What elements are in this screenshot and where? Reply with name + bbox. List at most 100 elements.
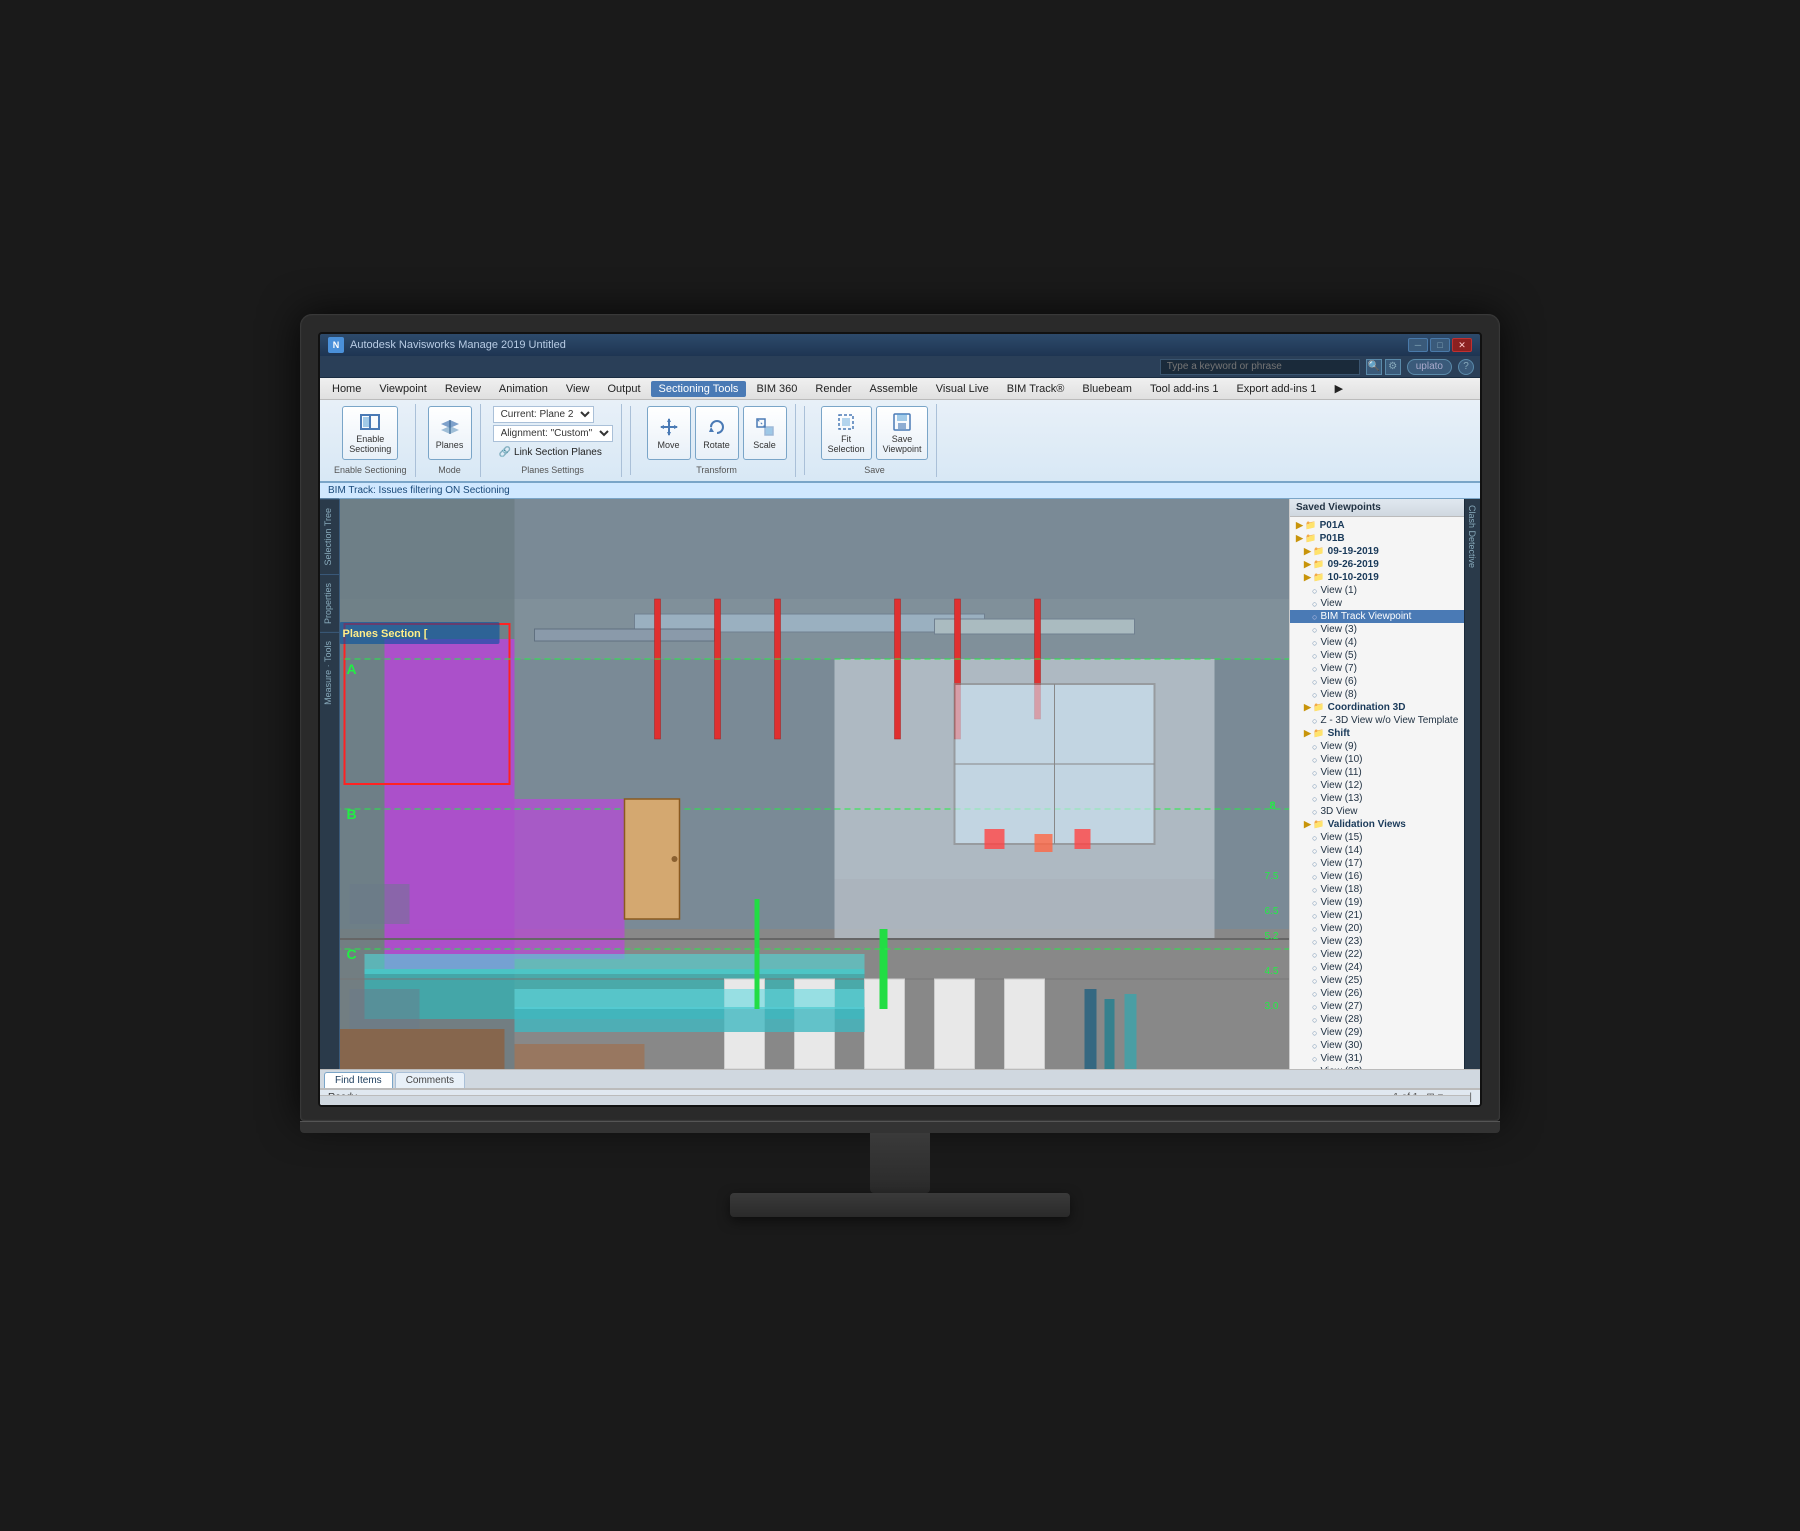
vp-item[interactable]: ▶ 📁Shift xyxy=(1290,727,1464,740)
search-area: 🔍 ⚙ uplato ? xyxy=(320,356,1480,378)
folder-icon: ▶ 📁 xyxy=(1296,520,1317,531)
vp-item[interactable]: ○View (21) xyxy=(1290,909,1464,922)
settings-icon[interactable]: ⚙ xyxy=(1385,359,1401,375)
help-icon[interactable]: ? xyxy=(1458,359,1474,375)
fit-selection-button[interactable]: FitSelection xyxy=(821,406,872,460)
vp-item-label: View (27) xyxy=(1320,1001,1362,1012)
menu-sectioning-tools[interactable]: Sectioning Tools xyxy=(651,381,747,397)
tab-comments[interactable]: Comments xyxy=(395,1072,465,1088)
viewpoints-list[interactable]: ▶ 📁P01A▶ 📁P01B▶ 📁09-19-2019▶ 📁09-26-2019… xyxy=(1290,517,1464,1069)
vp-item[interactable]: ○View (31) xyxy=(1290,1052,1464,1065)
vp-item[interactable]: ○View (12) xyxy=(1290,779,1464,792)
vp-item[interactable]: ○View xyxy=(1290,597,1464,610)
menu-visual-live[interactable]: Visual Live xyxy=(928,381,997,397)
view-icon: ○ xyxy=(1312,911,1317,921)
menu-output[interactable]: Output xyxy=(600,381,649,397)
vp-item[interactable]: ○View (5) xyxy=(1290,649,1464,662)
far-right-label[interactable]: Clash Detective xyxy=(1465,499,1480,574)
move-button[interactable]: Move xyxy=(647,406,691,460)
search-icon[interactable]: 🔍 xyxy=(1366,359,1382,375)
sidebar-tab-measure[interactable]: Measure · Tools xyxy=(320,632,339,713)
enable-sectioning-button[interactable]: EnableSectioning xyxy=(342,406,398,460)
menu-animation[interactable]: Animation xyxy=(491,381,556,397)
vp-item[interactable]: ○View (13) xyxy=(1290,792,1464,805)
close-button[interactable]: ✕ xyxy=(1452,338,1472,352)
search-input[interactable] xyxy=(1160,359,1360,375)
menu-render[interactable]: Render xyxy=(807,381,859,397)
vp-item[interactable]: ○View (25) xyxy=(1290,974,1464,987)
menu-export-addins[interactable]: Export add-ins 1 xyxy=(1228,381,1324,397)
menu-assemble[interactable]: Assemble xyxy=(861,381,925,397)
vp-item[interactable]: ○View (17) xyxy=(1290,857,1464,870)
vp-item[interactable]: ○View (19) xyxy=(1290,896,1464,909)
menu-bluebeam[interactable]: Bluebeam xyxy=(1074,381,1140,397)
rotate-button[interactable]: Rotate xyxy=(695,406,739,460)
vp-item[interactable]: ○View (26) xyxy=(1290,987,1464,1000)
vp-item[interactable]: ○BIM Track Viewpoint xyxy=(1290,610,1464,623)
vp-item[interactable]: ○View (28) xyxy=(1290,1013,1464,1026)
folder-icon: ▶ 📁 xyxy=(1304,546,1325,557)
vp-item[interactable]: ○View (18) xyxy=(1290,883,1464,896)
vp-item[interactable]: ○View (6) xyxy=(1290,675,1464,688)
vp-item[interactable]: ○View (24) xyxy=(1290,961,1464,974)
planes-icon xyxy=(438,415,462,439)
vp-item[interactable]: ○Z - 3D View w/o View Template xyxy=(1290,714,1464,727)
vp-item-label: View (15) xyxy=(1320,832,1362,843)
planes-button[interactable]: Planes xyxy=(428,406,472,460)
menu-tool-addins[interactable]: Tool add-ins 1 xyxy=(1142,381,1227,397)
vp-item[interactable]: ○View (22) xyxy=(1290,948,1464,961)
menu-bim-track[interactable]: BIM Track® xyxy=(999,381,1073,397)
vp-item[interactable]: ○View (10) xyxy=(1290,753,1464,766)
menu-viewpoint[interactable]: Viewpoint xyxy=(371,381,435,397)
alignment-select[interactable]: Alignment: "Custom" Alignment: "X" Align… xyxy=(493,425,613,442)
tab-find-items[interactable]: Find Items xyxy=(324,1072,393,1088)
vp-item[interactable]: ○View (14) xyxy=(1290,844,1464,857)
save-viewpoint-button[interactable]: SaveViewpoint xyxy=(876,406,929,460)
menu-media[interactable]: ▶ xyxy=(1327,380,1351,397)
vp-item[interactable]: ○View (8) xyxy=(1290,688,1464,701)
vp-item-label: View (25) xyxy=(1320,975,1362,986)
vp-item[interactable]: ▶ 📁09-19-2019 xyxy=(1290,545,1464,558)
vp-item[interactable]: ○View (20) xyxy=(1290,922,1464,935)
minimize-button[interactable]: ─ xyxy=(1408,338,1428,352)
vp-item[interactable]: ○View (7) xyxy=(1290,662,1464,675)
current-plane-select[interactable]: Current: Plane 2 Current: Plane 1 Curren… xyxy=(493,406,594,423)
vp-item[interactable]: ▶ 📁10-10-2019 xyxy=(1290,571,1464,584)
vp-item[interactable]: ○View (4) xyxy=(1290,636,1464,649)
vp-item[interactable]: ○View (32) xyxy=(1290,1065,1464,1069)
folder-icon: ▶ 📁 xyxy=(1304,702,1325,713)
vp-item[interactable]: ○View (11) xyxy=(1290,766,1464,779)
horizontal-scrollbar[interactable] xyxy=(320,1095,1470,1105)
vp-item[interactable]: ○View (29) xyxy=(1290,1026,1464,1039)
vp-item-label: View (18) xyxy=(1320,884,1362,895)
vp-item[interactable]: ○View (3) xyxy=(1290,623,1464,636)
vp-item[interactable]: ○View (15) xyxy=(1290,831,1464,844)
vp-item-label: View (20) xyxy=(1320,923,1362,934)
vp-item-label: 09-19-2019 xyxy=(1328,546,1379,557)
view-icon: ○ xyxy=(1312,742,1317,752)
maximize-button[interactable]: □ xyxy=(1430,338,1450,352)
scale-button[interactable]: Scale xyxy=(743,406,787,460)
vp-item[interactable]: ○View (16) xyxy=(1290,870,1464,883)
vp-item[interactable]: ▶ 📁P01A xyxy=(1290,519,1464,532)
vp-item[interactable]: ○3D View xyxy=(1290,805,1464,818)
vp-item[interactable]: ▶ 📁Coordination 3D xyxy=(1290,701,1464,714)
menu-bim360[interactable]: BIM 360 xyxy=(748,381,805,397)
viewport[interactable]: A B C 8 7.5 6.5 5.2 4.5 3.0 xyxy=(340,499,1289,1069)
menu-home[interactable]: Home xyxy=(324,381,369,397)
vp-item[interactable]: ▶ 📁Validation Views xyxy=(1290,818,1464,831)
vp-item[interactable]: ○View (30) xyxy=(1290,1039,1464,1052)
vp-item[interactable]: ▶ 📁P01B xyxy=(1290,532,1464,545)
menu-review[interactable]: Review xyxy=(437,381,489,397)
vp-item[interactable]: ○View (27) xyxy=(1290,1000,1464,1013)
sidebar-tab-selection-tree[interactable]: Selection Tree xyxy=(320,499,339,574)
link-section-planes-button[interactable]: 🔗 Link Section Planes xyxy=(493,444,613,461)
vp-item[interactable]: ○View (9) xyxy=(1290,740,1464,753)
monitor-bottom-bar xyxy=(300,1121,1500,1133)
menu-view[interactable]: View xyxy=(558,381,598,397)
vp-item[interactable]: ▶ 📁09-26-2019 xyxy=(1290,558,1464,571)
vp-item[interactable]: ○View (1) xyxy=(1290,584,1464,597)
vp-item-label: View (17) xyxy=(1320,858,1362,869)
sidebar-tab-properties[interactable]: Properties xyxy=(320,574,339,632)
vp-item[interactable]: ○View (23) xyxy=(1290,935,1464,948)
